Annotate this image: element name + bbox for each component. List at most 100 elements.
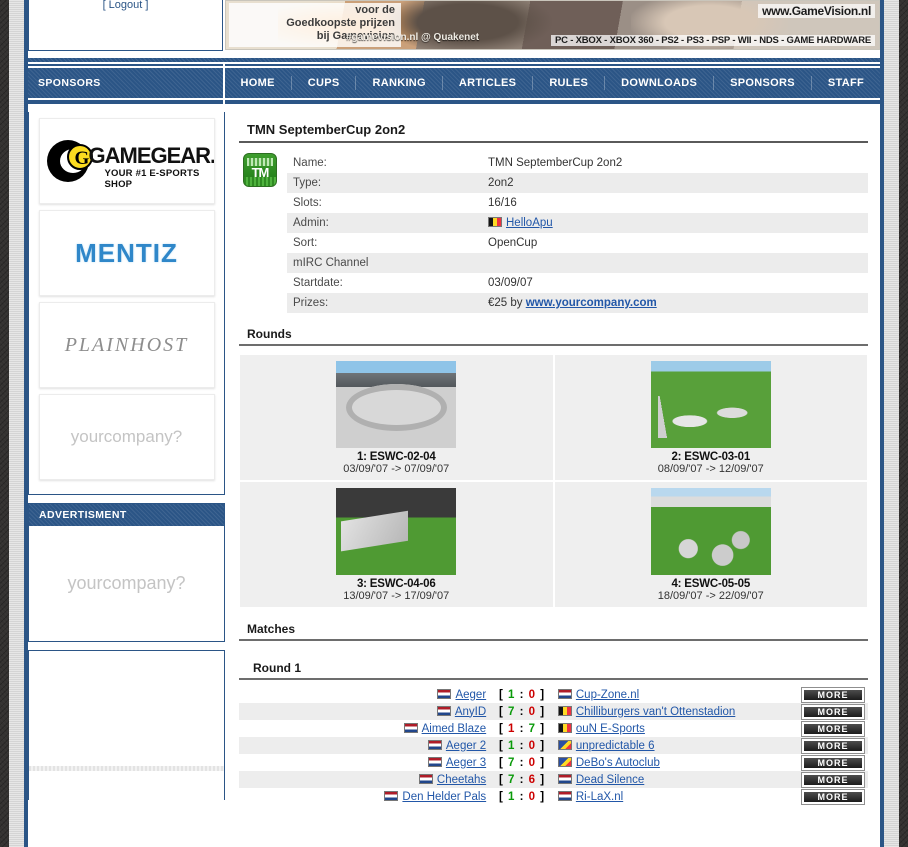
match-more-button[interactable]: MORE [800, 720, 865, 737]
away-team-link[interactable]: ouN E-Sports [576, 723, 645, 735]
match-more-button[interactable]: MORE [800, 703, 865, 720]
sponsor-placeholder-label: yourcompany? [70, 427, 183, 446]
nav-item-home[interactable]: HOME [225, 76, 292, 90]
match-more-cell: MORE [798, 686, 868, 703]
logout-line: [ Logout ] [29, 0, 222, 12]
match-spacer-cell [782, 720, 798, 737]
match-home-cell: Aeger [239, 686, 490, 703]
home-team-link[interactable]: Aeger 3 [446, 757, 486, 769]
nav-item-ranking[interactable]: RANKING [356, 76, 443, 90]
advertisement-header-label: ADVERTISMENT [39, 509, 127, 521]
sponsor-placeholder[interactable]: yourcompany? [38, 394, 215, 480]
match-row: Aeger 3 [ 7 : 0 ] DeBo's Autoclub MORE [239, 754, 868, 771]
match-more-button[interactable]: MORE [800, 737, 865, 754]
match-more-cell: MORE [798, 720, 868, 737]
advertisement-header-bar: ADVERTISMENT [29, 504, 224, 526]
match-more-button[interactable]: MORE [800, 754, 865, 771]
away-team-link[interactable]: DeBo's Autoclub [576, 757, 660, 769]
match-score-cell: [ 7 : 0 ] [498, 756, 546, 769]
nav-bottom-highlight [224, 98, 880, 104]
away-team-link[interactable]: Dead Silence [576, 774, 644, 786]
info-key: Startdate: [293, 277, 343, 289]
cup-icon-grass [244, 177, 276, 186]
rounds-grid: 1: ESWC-02-04 03/09/'07 -> 07/09/'07 2: ES… [239, 346, 868, 608]
home-score: 1 [507, 739, 516, 752]
match-more-button[interactable]: MORE [800, 788, 865, 805]
right-gutter [884, 0, 899, 847]
away-team-link[interactable]: Cup-Zone.nl [576, 689, 639, 701]
home-team-link[interactable]: Cheetahs [437, 774, 486, 786]
round-cell[interactable]: 1: ESWC-02-04 03/09/'07 -> 07/09/'07 [239, 354, 554, 481]
nav-item-downloads[interactable]: DOWNLOADS [605, 76, 715, 90]
gamegear-tagline: YOUR #1 E-SPORTS SHOP [104, 168, 200, 190]
sponsor-gamegear[interactable]: G GAMEGEAR.BE YOUR #1 E-SPORTS SHOP [38, 118, 215, 204]
home-team-link[interactable]: Den Helder Pals [402, 791, 486, 803]
match-spacer-cell [782, 703, 798, 720]
round-map-thumbnail[interactable] [336, 488, 457, 575]
top-zone: [ My Account ] [ Logout ] voor de Goedko… [28, 0, 880, 56]
match-more-cell: MORE [797, 703, 868, 720]
info-row: Slots: 16/16 [287, 193, 868, 213]
match-more-button[interactable]: MORE [800, 686, 865, 703]
nav-item-cups[interactable]: CUPS [292, 76, 357, 90]
gamevision-banner[interactable]: voor de Goedkoopste prijzen bij Gamevisi… [225, 0, 880, 50]
sponsor-plainhost[interactable]: PLAINHOST [38, 302, 215, 388]
advertisement-slot[interactable]: yourcompany? [29, 526, 224, 641]
sidebar-header-bottom [28, 98, 223, 104]
nav-item-rules[interactable]: RULES [533, 76, 606, 90]
info-row: mIRC Channel [287, 253, 868, 273]
sidebar-header-wrap: SPONSORS [28, 64, 223, 112]
away-score: 7 [528, 722, 537, 735]
nav-item-articles[interactable]: ARTICLES [443, 76, 534, 90]
match-score-cell: [ 1 : 7 ] [498, 722, 546, 735]
round-dates: 18/09/'07 -> 22/09/'07 [657, 590, 764, 602]
match-away-cell: unpredictable 6 [553, 737, 783, 754]
away-team-link[interactable]: Chilliburgers van't Ottenstadion [576, 706, 735, 718]
flag-nl-icon [437, 688, 452, 699]
match-row: Aeger [ 1 : 0 ] Cup-Zone.nl MORE [239, 686, 868, 703]
matches-table: Aeger [ 1 : 0 ] Cup-Zone.nl MORE AnyID [ 7 : … [239, 686, 868, 805]
body-split: G GAMEGEAR.BE YOUR #1 E-SPORTS SHOP MENT… [28, 112, 880, 842]
flag-nl-icon [427, 756, 442, 767]
info-value: €25 by www.yourcompany.com [482, 293, 868, 313]
info-value [482, 253, 868, 273]
left-gutter [9, 0, 24, 847]
match-more-button[interactable]: MORE [800, 771, 865, 788]
trackmania-cup-icon: TM [243, 153, 277, 187]
page-root: [ My Account ] [ Logout ] voor de Goedko… [0, 0, 908, 847]
prize-amount: €25 by [488, 297, 526, 309]
away-score: 0 [528, 688, 537, 701]
prize-sponsor-link[interactable]: www.yourcompany.com [526, 297, 657, 309]
right-rail [880, 0, 884, 847]
admin-link[interactable]: HelloApu [506, 217, 553, 229]
gamegear-logo: G GAMEGEAR.BE YOUR #1 E-SPORTS SHOP [43, 138, 214, 190]
nav-item-sponsors[interactable]: SPONSORS [714, 76, 812, 90]
round-map-thumbnail[interactable] [336, 361, 457, 448]
round-cell[interactable]: 4: ESWC-05-05 18/09/'07 -> 22/09/'07 [553, 481, 868, 608]
info-key: Type: [287, 173, 482, 193]
round-map-thumbnail[interactable] [650, 361, 771, 448]
match-row: Aimed Blaze [ 1 : 7 ] ouN E-Sports MORE [239, 720, 868, 737]
away-team-link[interactable]: Ri-LaX.nl [576, 791, 623, 803]
home-team-link[interactable]: Aeger [455, 689, 486, 701]
match-spacer-cell [782, 771, 798, 788]
match-away-cell: Ri-LaX.nl [554, 788, 782, 805]
round-cell[interactable]: 3: ESWC-04-06 13/09/'07 -> 17/09/'07 [239, 481, 554, 608]
away-team-link[interactable]: unpredictable 6 [576, 740, 655, 752]
logout-link[interactable]: [ Logout ] [103, 0, 149, 11]
round-map-thumbnail[interactable] [650, 488, 771, 575]
advertisement-placeholder-label: yourcompany? [67, 573, 186, 593]
main-nav-wrap: HOME CUPS RANKING ARTICLES RULES DOWNLOADS SPO… [224, 64, 880, 112]
sponsor-mentiz[interactable]: MENTIZ [38, 210, 215, 296]
main-column: TMN SeptemberCup 2on2 TM Name: TMN Septem… [227, 112, 880, 842]
home-team-link[interactable]: AnyID [455, 706, 486, 718]
info-value: 2on2 [482, 173, 868, 193]
home-team-link[interactable]: Aeger 2 [446, 740, 486, 752]
mentiz-wordmark: MENTIZ [75, 237, 178, 268]
round-cell[interactable]: 2: ESWC-03-01 08/09/'07 -> 12/09/'07 [553, 354, 868, 481]
match-row: Cheetahs [ 7 : 6 ] Dead Silence MORE [239, 771, 868, 788]
home-team-link[interactable]: Aimed Blaze [422, 723, 487, 735]
match-away-cell: Cup-Zone.nl [554, 686, 782, 703]
nav-item-staff[interactable]: STAFF [812, 76, 880, 90]
match-score-cell: [ 1 : 0 ] [498, 688, 546, 701]
